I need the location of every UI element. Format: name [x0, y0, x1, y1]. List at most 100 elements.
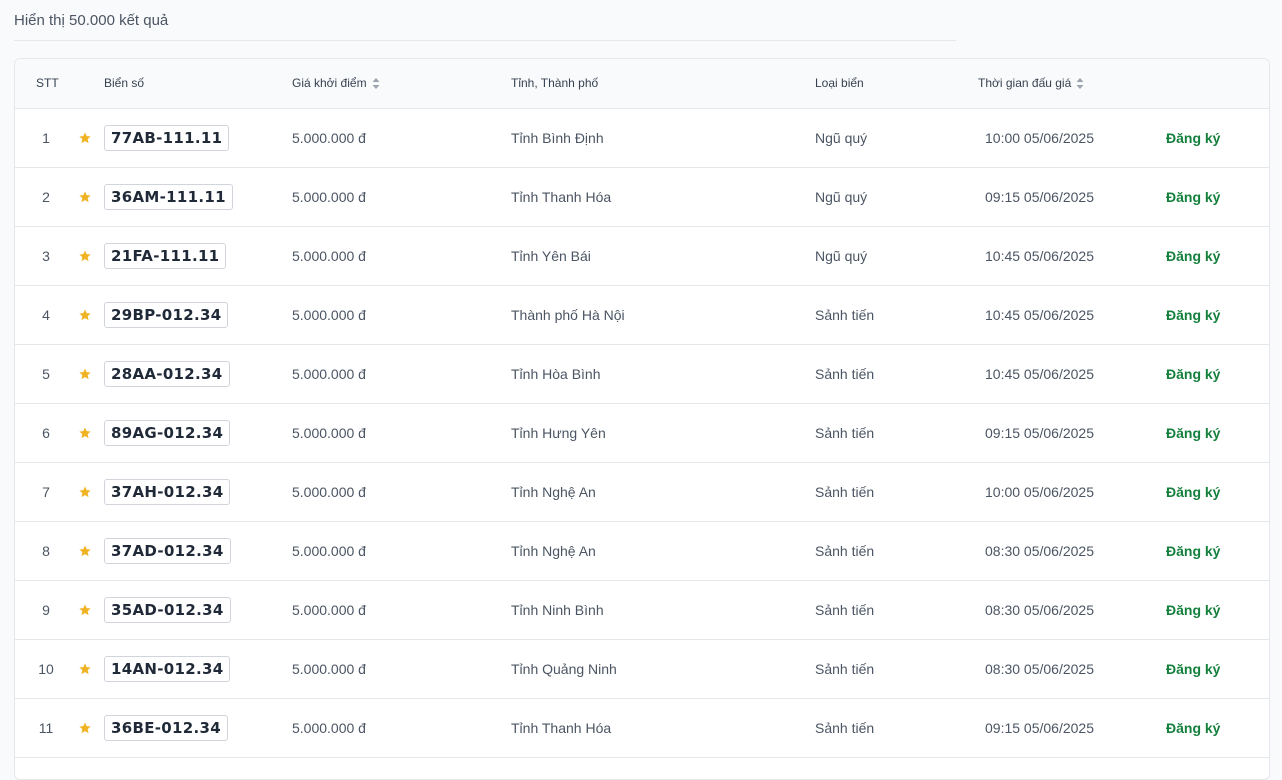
- starting-price: 5.000.000 đ: [292, 661, 366, 677]
- province: Thành phố Hà Nội: [511, 307, 625, 323]
- province: Tỉnh Thanh Hóa: [511, 189, 612, 205]
- register-button[interactable]: Đăng ký: [1166, 602, 1220, 618]
- sort-icon[interactable]: [1076, 77, 1084, 90]
- row-number: 3: [42, 248, 50, 264]
- province: Tỉnh Hòa Bình: [511, 366, 601, 382]
- register-button[interactable]: Đăng ký: [1166, 248, 1220, 264]
- province: Tỉnh Nghệ An: [511, 543, 596, 559]
- plate-type: Ngũ quý: [815, 248, 868, 264]
- plate-type: Ngũ quý: [815, 130, 868, 146]
- register-button[interactable]: Đăng ký: [1166, 484, 1220, 500]
- starting-price: 5.000.000 đ: [292, 130, 366, 146]
- province: Tỉnh Bình Định: [511, 130, 604, 146]
- row-number: 11: [38, 720, 54, 736]
- column-label: Biển số: [104, 76, 145, 90]
- register-button[interactable]: Đăng ký: [1166, 366, 1220, 382]
- sort-icon[interactable]: [372, 77, 380, 90]
- star-icon[interactable]: [78, 367, 92, 381]
- table-row: 8 37AD-012.34 5.000.000 đ Tỉnh Nghệ An S…: [15, 522, 1269, 581]
- plate-type: Sảnh tiến: [815, 366, 875, 382]
- province: Tỉnh Thanh Hóa: [511, 720, 612, 736]
- plate-type: Sảnh tiến: [815, 661, 875, 677]
- plate-type: Sảnh tiến: [815, 720, 875, 736]
- row-number: 7: [42, 484, 50, 500]
- auction-time: 10:00 05/06/2025: [985, 130, 1094, 146]
- table-row: 2 36AM-111.11 5.000.000 đ Tỉnh Thanh Hóa…: [15, 168, 1269, 227]
- province: Tỉnh Yên Bái: [511, 248, 591, 264]
- column-header-province: Tỉnh, Thành phố: [511, 76, 598, 90]
- plate-type: Sảnh tiến: [815, 307, 875, 323]
- row-number: 8: [42, 543, 50, 559]
- column-label: Giá khởi điểm: [292, 76, 367, 90]
- plate-type: Sảnh tiến: [815, 425, 875, 441]
- table-row: 10 14AN-012.34 5.000.000 đ Tỉnh Quảng Ni…: [15, 640, 1269, 699]
- auction-table: STT Biển số Giá khởi điểm Tỉnh, Thành ph…: [14, 58, 1270, 780]
- column-label: Thời gian đấu giá: [978, 76, 1072, 90]
- table-row: 6 89AG-012.34 5.000.000 đ Tỉnh Hưng Yên …: [15, 404, 1269, 463]
- register-button[interactable]: Đăng ký: [1166, 425, 1220, 441]
- plate-type: Sảnh tiến: [815, 602, 875, 618]
- license-plate: 77AB-111.11: [104, 125, 230, 151]
- auction-time: 10:45 05/06/2025: [985, 248, 1094, 264]
- register-button[interactable]: Đăng ký: [1166, 720, 1220, 736]
- table-header: STT Biển số Giá khởi điểm Tỉnh, Thành ph…: [15, 59, 1269, 109]
- province: Tỉnh Nghệ An: [511, 484, 596, 500]
- register-button[interactable]: Đăng ký: [1166, 189, 1220, 205]
- star-icon[interactable]: [78, 308, 92, 322]
- starting-price: 5.000.000 đ: [292, 425, 366, 441]
- table-body: 1 77AB-111.11 5.000.000 đ Tỉnh Bình Định…: [15, 109, 1269, 758]
- star-icon[interactable]: [78, 485, 92, 499]
- plate-type: Sảnh tiến: [815, 484, 875, 500]
- star-icon[interactable]: [78, 190, 92, 204]
- row-number: 2: [42, 189, 50, 205]
- register-button[interactable]: Đăng ký: [1166, 543, 1220, 559]
- column-label: Tỉnh, Thành phố: [511, 76, 599, 90]
- table-row: 1 77AB-111.11 5.000.000 đ Tỉnh Bình Định…: [15, 109, 1269, 168]
- license-plate: 29BP-012.34: [104, 302, 229, 328]
- table-row: 4 29BP-012.34 5.000.000 đ Thành phố Hà N…: [15, 286, 1269, 345]
- row-number: 4: [42, 307, 50, 323]
- star-icon[interactable]: [78, 662, 92, 676]
- row-number: 10: [38, 661, 54, 677]
- province: Tỉnh Ninh Bình: [511, 602, 604, 618]
- register-button[interactable]: Đăng ký: [1166, 130, 1220, 146]
- plate-type: Sảnh tiến: [815, 543, 875, 559]
- star-icon[interactable]: [78, 603, 92, 617]
- column-label: Loại biển: [815, 76, 864, 90]
- auction-time: 08:30 05/06/2025: [985, 661, 1094, 677]
- star-icon[interactable]: [78, 544, 92, 558]
- column-header-plate: Biển số: [104, 76, 144, 90]
- results-header: Hiển thị 50.000 kết quả: [14, 0, 956, 41]
- license-plate: 28AA-012.34: [104, 361, 230, 387]
- column-header-price[interactable]: Giá khởi điểm: [292, 76, 380, 90]
- license-plate: 35AD-012.34: [104, 597, 231, 623]
- table-row: 5 28AA-012.34 5.000.000 đ Tỉnh Hòa Bình …: [15, 345, 1269, 404]
- starting-price: 5.000.000 đ: [292, 189, 366, 205]
- auction-time: 10:45 05/06/2025: [985, 307, 1094, 323]
- row-number: 5: [42, 366, 50, 382]
- row-number: 6: [42, 425, 50, 441]
- auction-time: 09:15 05/06/2025: [985, 425, 1094, 441]
- column-header-time[interactable]: Thời gian đấu giá: [978, 76, 1084, 90]
- auction-time: 10:45 05/06/2025: [985, 366, 1094, 382]
- register-button[interactable]: Đăng ký: [1166, 307, 1220, 323]
- license-plate: 89AG-012.34: [104, 420, 231, 446]
- star-icon[interactable]: [78, 249, 92, 263]
- register-button[interactable]: Đăng ký: [1166, 661, 1220, 677]
- auction-time: 10:00 05/06/2025: [985, 484, 1094, 500]
- result-count: Hiển thị 50.000 kết quả: [14, 12, 169, 29]
- star-icon[interactable]: [78, 426, 92, 440]
- plate-type: Ngũ quý: [815, 189, 868, 205]
- province: Tỉnh Hưng Yên: [511, 425, 606, 441]
- star-icon[interactable]: [78, 131, 92, 145]
- table-row: 3 21FA-111.11 5.000.000 đ Tỉnh Yên Bái N…: [15, 227, 1269, 286]
- star-icon[interactable]: [78, 721, 92, 735]
- license-plate: 37AD-012.34: [104, 538, 231, 564]
- row-number: 1: [42, 130, 50, 146]
- column-header-type: Loại biển: [815, 76, 864, 90]
- starting-price: 5.000.000 đ: [292, 248, 366, 264]
- license-plate: 37AH-012.34: [104, 479, 231, 505]
- auction-time: 09:15 05/06/2025: [985, 720, 1094, 736]
- starting-price: 5.000.000 đ: [292, 366, 366, 382]
- table-row: 7 37AH-012.34 5.000.000 đ Tỉnh Nghệ An S…: [15, 463, 1269, 522]
